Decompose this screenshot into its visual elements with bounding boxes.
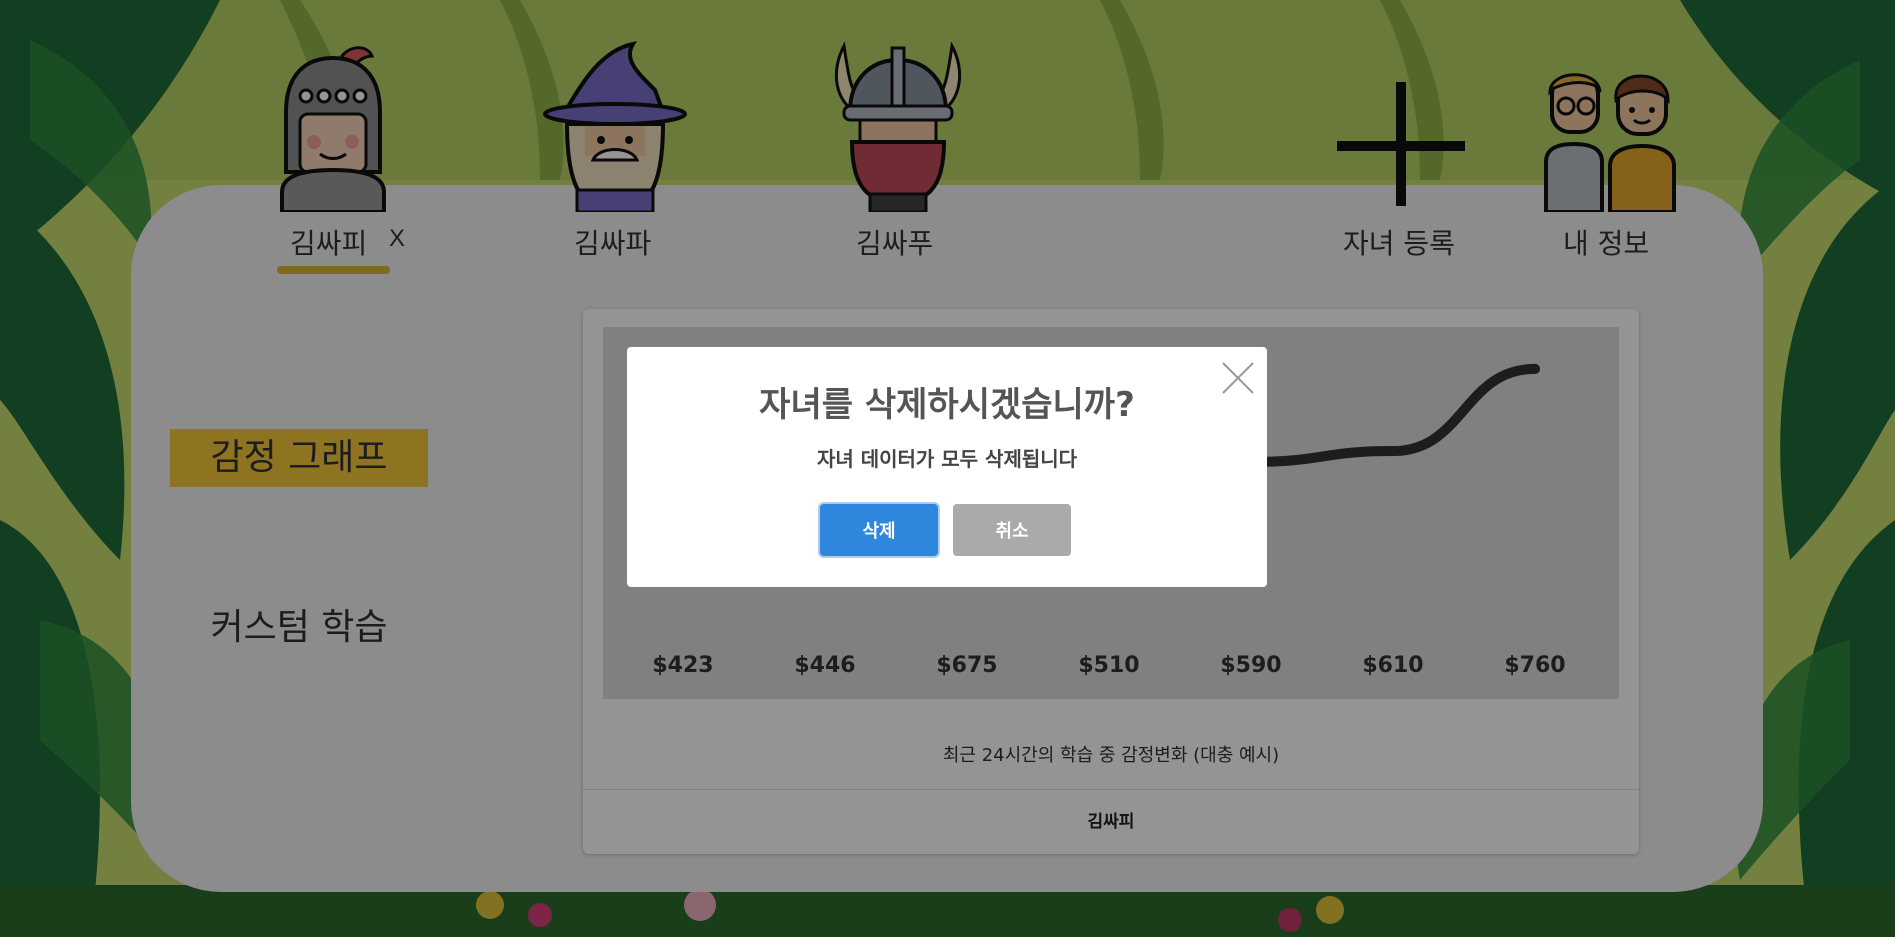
cancel-button[interactable]: 취소 — [953, 504, 1071, 556]
modal-title: 자녀를 삭제하시겠습니까? — [759, 385, 1135, 425]
modal-message: 자녀 데이터가 모두 삭제됩니다 — [816, 447, 1078, 471]
confirm-delete-button[interactable]: 삭제 — [820, 504, 938, 556]
delete-child-modal: 자녀를 삭제하시겠습니까? 자녀 데이터가 모두 삭제됩니다 삭제 취소 — [627, 347, 1267, 587]
